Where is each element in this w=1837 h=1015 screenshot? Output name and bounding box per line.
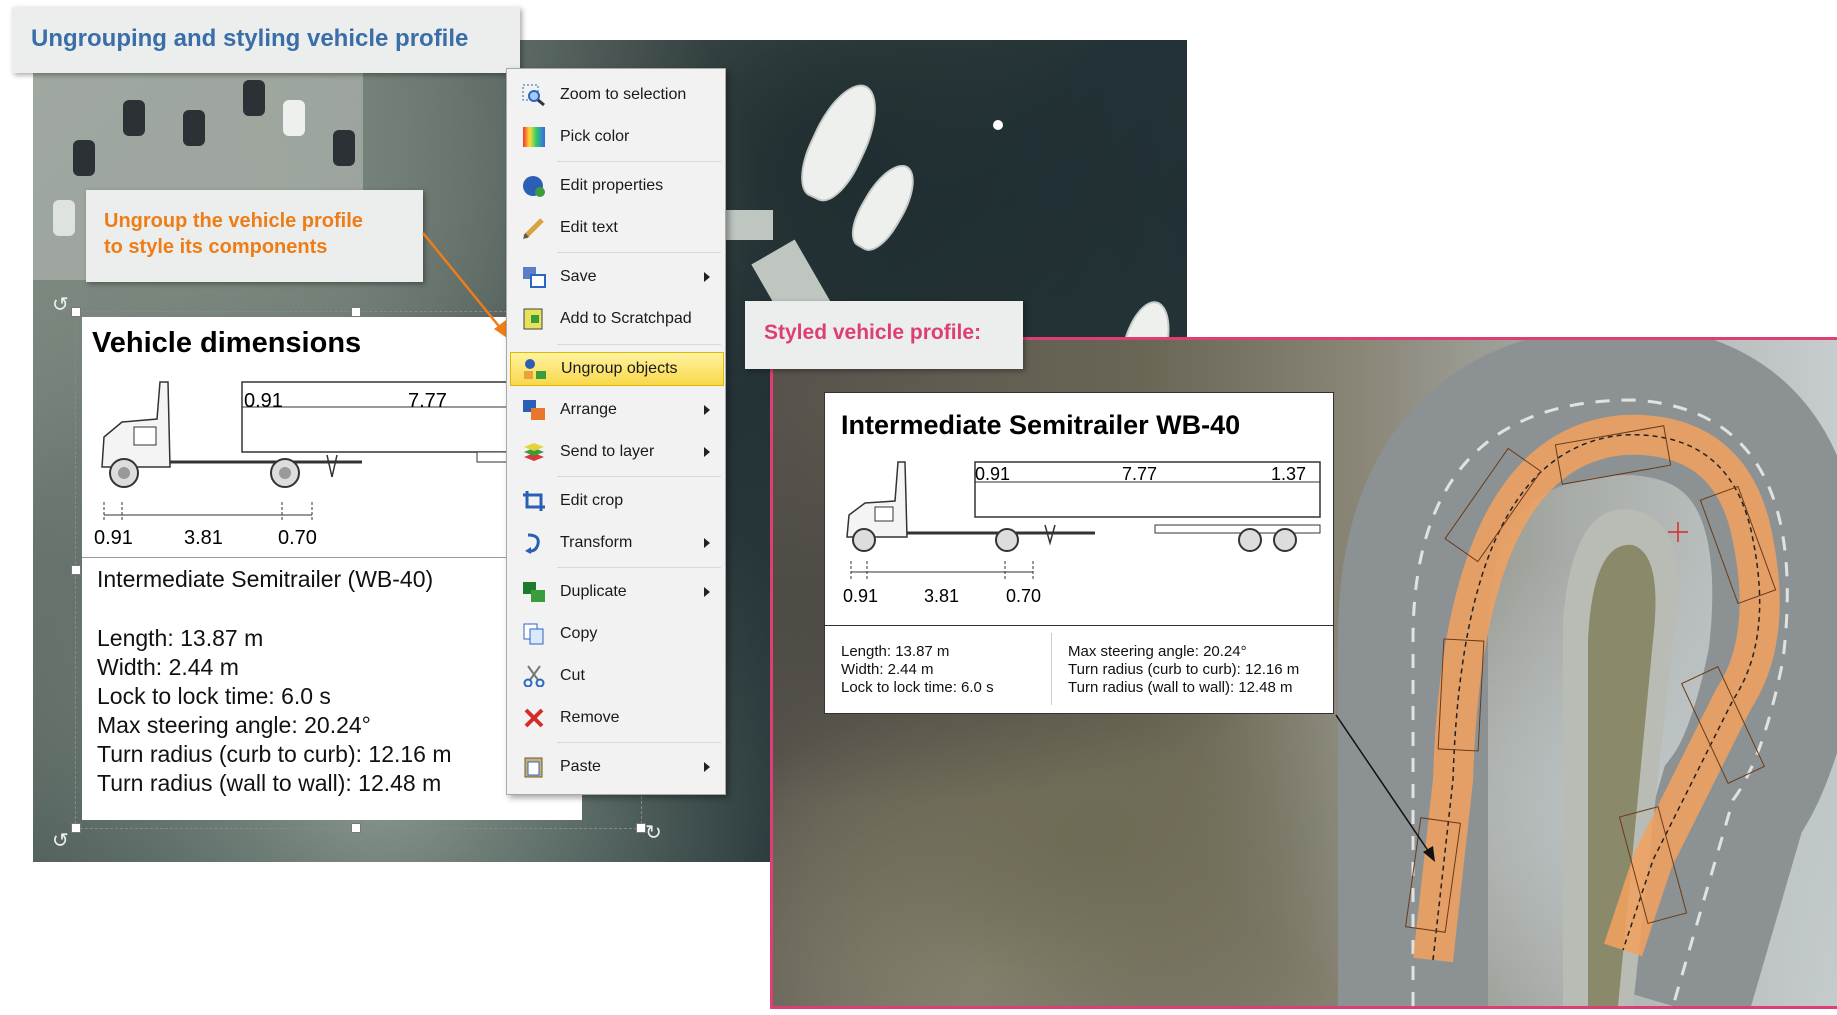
menu-label: Add to Scratchpad (560, 310, 692, 327)
menu-separator (557, 476, 721, 477)
styled-spec-width: Width: 2.44 m (841, 661, 934, 678)
menu-item-transform[interactable]: Transform (510, 527, 722, 559)
submenu-arrow-icon (704, 447, 710, 457)
pencil-icon (523, 218, 544, 239)
menu-label: Save (560, 268, 597, 285)
styled-spec-turn-wall: Turn radius (wall to wall): 12.48 m (1068, 679, 1293, 696)
resize-handle[interactable] (351, 823, 361, 833)
crop-icon (523, 491, 545, 511)
menu-item-ungroup-objects[interactable]: Ungroup objects (510, 352, 724, 386)
submenu-arrow-icon (704, 538, 710, 548)
copy-icon (523, 623, 544, 645)
submenu-arrow-icon (704, 405, 710, 415)
menu-separator (557, 161, 721, 162)
menu-item-pick-color[interactable]: Pick color (510, 121, 722, 153)
styled-dim-top-3: 1.37 (1271, 464, 1307, 484)
styled-profile-title: Intermediate Semitrailer WB-40 (841, 410, 1241, 440)
menu-label: Zoom to selection (560, 86, 687, 103)
styled-dim-lines (850, 561, 1034, 579)
menu-label: Ungroup objects (561, 360, 678, 377)
duplicate-icon (523, 582, 545, 602)
menu-item-save[interactable]: Save (510, 261, 722, 293)
rotate-handle-icon[interactable]: ↺ (52, 292, 69, 317)
menu-label: Arrange (560, 401, 617, 418)
scissors-icon (523, 665, 545, 687)
menu-label: Paste (560, 758, 601, 775)
styled-spec-turn-curb: Turn radius (curb to curb): 12.16 m (1068, 661, 1300, 678)
menu-item-edit-text[interactable]: Edit text (510, 212, 722, 244)
ungroup-icon (524, 359, 546, 379)
resize-handle[interactable] (351, 307, 361, 317)
menu-label: Pick color (560, 128, 630, 145)
scratchpad-icon (523, 308, 543, 330)
menu-separator (557, 567, 721, 568)
menu-label: Duplicate (560, 583, 627, 600)
menu-item-add-to-scratchpad[interactable]: Add to Scratchpad (510, 303, 722, 335)
menu-label: Edit text (560, 219, 618, 236)
menu-item-edit-properties[interactable]: Edit properties (510, 170, 722, 202)
color-palette-icon (523, 127, 545, 147)
styled-dim-bottom-3: 0.70 (1006, 586, 1042, 606)
divider (1051, 633, 1052, 705)
styled-spec-length: Length: 13.87 m (841, 643, 950, 660)
paste-icon (524, 757, 543, 778)
menu-label: Remove (560, 709, 620, 726)
submenu-arrow-icon (704, 272, 710, 282)
submenu-arrow-icon (704, 762, 710, 772)
menu-item-arrange[interactable]: Arrange (510, 394, 722, 426)
menu-separator (557, 252, 721, 253)
callout-ungroup-line2: to style its components (104, 236, 328, 258)
page-title: Ungrouping and styling vehicle profile (31, 25, 469, 52)
styled-dim-top-1: 0.91 (975, 464, 1011, 484)
styled-vehicle-panel[interactable]: Intermediate Semitrailer WB-40 0.91 7.77… (824, 392, 1334, 714)
menu-item-send-to-layer[interactable]: Send to layer (510, 436, 722, 468)
edit-properties-icon (523, 176, 545, 197)
layers-icon (524, 443, 544, 461)
context-menu: Zoom to selection Pick color Edit proper… (506, 68, 726, 795)
styled-dim-bottom-2: 3.81 (924, 586, 960, 606)
rotate-handle-icon[interactable]: ↺ (52, 828, 69, 853)
styled-dim-bottom-1: 0.91 (843, 586, 879, 606)
menu-item-edit-crop[interactable]: Edit crop (510, 485, 722, 517)
styled-spec-lock-time: Lock to lock time: 6.0 s (841, 679, 994, 696)
menu-label: Cut (560, 667, 585, 684)
menu-item-paste[interactable]: Paste (510, 751, 722, 783)
rotate-handle-icon[interactable]: ↻ (645, 820, 662, 845)
zoom-selection-icon (522, 84, 545, 106)
callout-ungroup-line1: Ungroup the vehicle profile (104, 210, 363, 232)
resize-handle[interactable] (71, 823, 81, 833)
menu-separator (557, 344, 721, 345)
header-title-box: Ungrouping and styling vehicle profile (12, 7, 520, 73)
styled-spec-steering: Max steering angle: 20.24° (1068, 643, 1247, 660)
callout-ungroup: Ungroup the vehicle profile to style its… (86, 190, 423, 282)
styled-dim-top-2: 7.77 (1122, 464, 1158, 484)
resize-handle[interactable] (71, 307, 81, 317)
menu-item-cut[interactable]: Cut (510, 660, 722, 692)
transform-icon (525, 533, 540, 554)
callout-arrow (422, 232, 510, 340)
submenu-arrow-icon (704, 587, 710, 597)
menu-item-duplicate[interactable]: Duplicate (510, 576, 722, 608)
menu-label: Transform (560, 534, 633, 551)
menu-item-zoom-to-selection[interactable]: Zoom to selection (510, 79, 722, 111)
menu-label: Edit properties (560, 177, 664, 194)
divider (825, 625, 1333, 626)
remove-x-icon (524, 708, 544, 728)
menu-item-copy[interactable]: Copy (510, 618, 722, 650)
callout-styled: Styled vehicle profile: (745, 301, 1023, 369)
menu-separator (557, 742, 721, 743)
truck-diagram-styled (846, 461, 1321, 552)
callout-styled-label: Styled vehicle profile: (764, 321, 982, 344)
menu-label: Send to layer (560, 443, 655, 460)
menu-label: Edit crop (560, 492, 624, 509)
arrange-icon (523, 400, 545, 420)
menu-label: Copy (560, 625, 598, 642)
menu-item-remove[interactable]: Remove (510, 702, 722, 734)
resize-handle[interactable] (71, 565, 81, 575)
save-icon (523, 267, 546, 288)
